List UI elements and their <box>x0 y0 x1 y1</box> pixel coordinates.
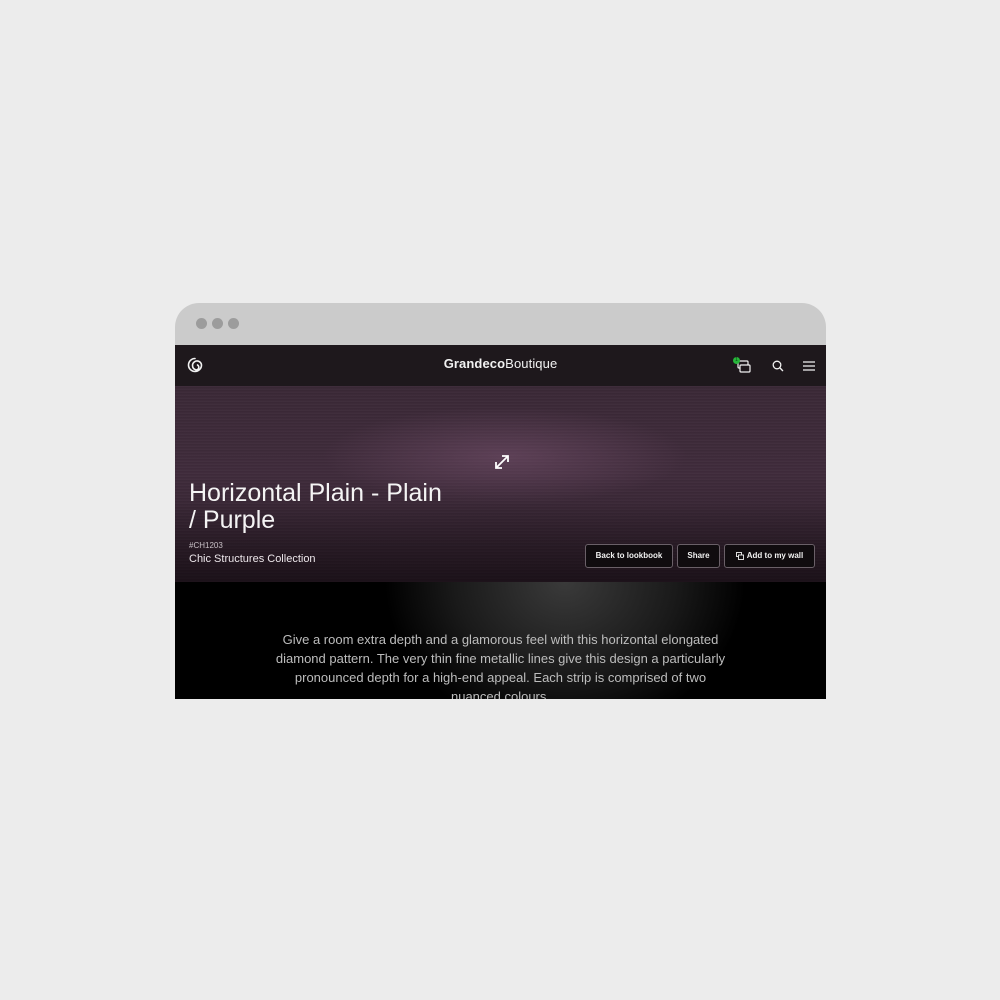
brand-logo[interactable]: GrandecoBoutique <box>175 356 826 371</box>
brand-primary: Grandeco <box>443 356 506 371</box>
product-title: Horizontal Plain - Plain / Purple <box>189 479 442 534</box>
description-section: Give a room extra depth and a glamorous … <box>175 582 826 699</box>
browser-window: GrandecoBoutique 1 Horizontal Plain - Pl… <box>175 303 826 699</box>
share-button[interactable]: Share <box>677 544 720 568</box>
window-minimize-button[interactable] <box>212 318 223 329</box>
back-to-lookbook-button[interactable]: Back to lookbook <box>585 544 673 568</box>
product-hero: Horizontal Plain - Plain / Purple #CH120… <box>175 386 826 582</box>
menu-icon[interactable] <box>800 357 818 375</box>
top-navbar: GrandecoBoutique 1 <box>175 345 826 386</box>
product-code: #CH1203 <box>189 541 223 550</box>
browser-titlebar <box>175 303 826 345</box>
brand-secondary: Boutique <box>505 356 558 371</box>
search-icon[interactable] <box>769 357 787 375</box>
window-close-button[interactable] <box>196 318 207 329</box>
window-maximize-button[interactable] <box>228 318 239 329</box>
collection-name[interactable]: Chic Structures Collection <box>189 553 316 565</box>
website-viewport: GrandecoBoutique 1 Horizontal Plain - Pl… <box>175 345 826 699</box>
add-to-wall-button[interactable]: Add to my wall <box>724 544 815 568</box>
wall-add-icon <box>735 551 744 560</box>
product-description: Give a room extra depth and a glamorous … <box>275 632 726 699</box>
wall-count-badge: 1 <box>733 357 740 364</box>
add-to-wall-label: Add to my wall <box>746 551 804 560</box>
expand-arrows-icon[interactable] <box>492 452 512 472</box>
